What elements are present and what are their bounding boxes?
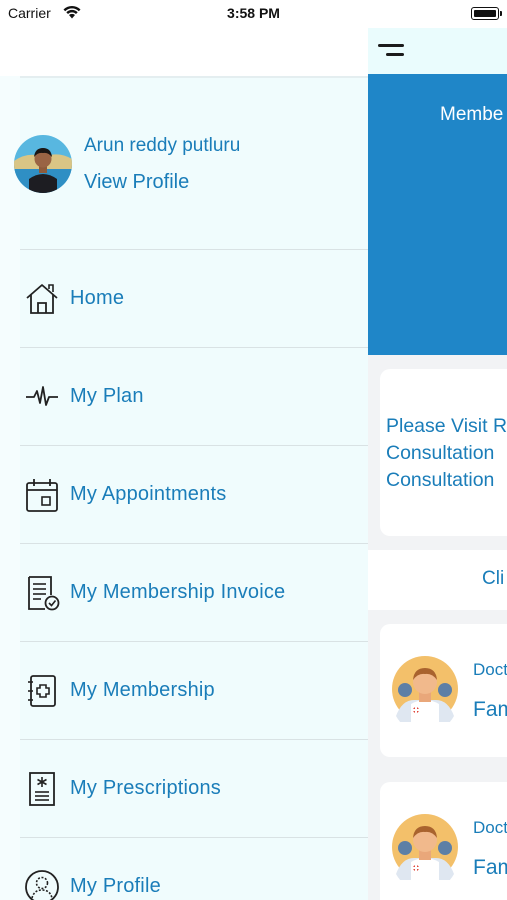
invoice-icon [28,576,60,611]
medical-book-icon [28,675,56,707]
menu-item-my-appointments[interactable]: My Appointments [20,446,368,544]
clock: 3:58 PM [227,5,280,21]
menu-item-my-prescriptions[interactable]: My Prescriptions [20,740,368,838]
user-avatar[interactable] [14,135,72,193]
menu-label: My Appointments [70,483,227,505]
drawer-top [0,28,368,76]
doctor-label: Doct [473,818,507,837]
notice-text: Please Visit R Consultation Consultation [386,415,507,491]
doctor-label: Doct [473,660,507,679]
menu-item-my-membership[interactable]: My Membership [20,642,368,740]
main-header [368,28,507,74]
tab-label[interactable]: Cli [482,568,504,590]
heartbeat-icon [26,386,58,406]
home-icon [26,284,58,314]
side-drawer: Arun reddy putluru View Profile Home My … [0,0,368,900]
doctor-card[interactable]: Doct Fam [380,624,507,757]
doctor-avatar-icon [392,814,458,880]
doctor-card[interactable]: Doct Fam [380,782,507,900]
menu-item-home[interactable]: Home [20,250,368,348]
doctor-avatar-icon [392,656,458,722]
tab-strip[interactable]: Cli [368,550,507,610]
menu-label: My Plan [70,385,144,407]
notice-card: Please Visit R Consultation Consultation [380,369,507,536]
menu-label: My Membership [70,679,215,701]
menu-toggle-icon[interactable] [378,44,406,60]
profile-header[interactable]: Arun reddy putluru View Profile [14,76,368,250]
status-bar: Carrier 3:58 PM [0,0,507,28]
battery-icon [471,7,499,20]
menu-label: My Prescriptions [70,777,222,799]
menu-label: My Profile [70,875,161,897]
membership-banner: Membe [368,74,507,355]
prescription-icon [29,772,55,806]
calendar-icon [26,479,58,512]
user-name: Arun reddy putluru [84,135,241,156]
menu-item-my-membership-invoice[interactable]: My Membership Invoice [20,544,368,642]
menu-item-my-profile[interactable]: My Profile [20,838,368,900]
menu-label: My Membership Invoice [70,581,286,603]
doctor-name: Fam [473,698,507,721]
doctor-name: Fam [473,856,507,879]
main-screen: Membe Please Visit R Consultation Consul… [368,0,507,900]
drawer-body: Arun reddy putluru View Profile Home My … [0,76,368,900]
user-profile-icon [25,870,59,900]
menu-label: Home [70,287,125,309]
view-profile-link[interactable]: View Profile [84,171,189,194]
battery-nub [500,11,502,16]
banner-title: Membe [440,104,504,125]
menu-item-my-plan[interactable]: My Plan [20,348,368,446]
